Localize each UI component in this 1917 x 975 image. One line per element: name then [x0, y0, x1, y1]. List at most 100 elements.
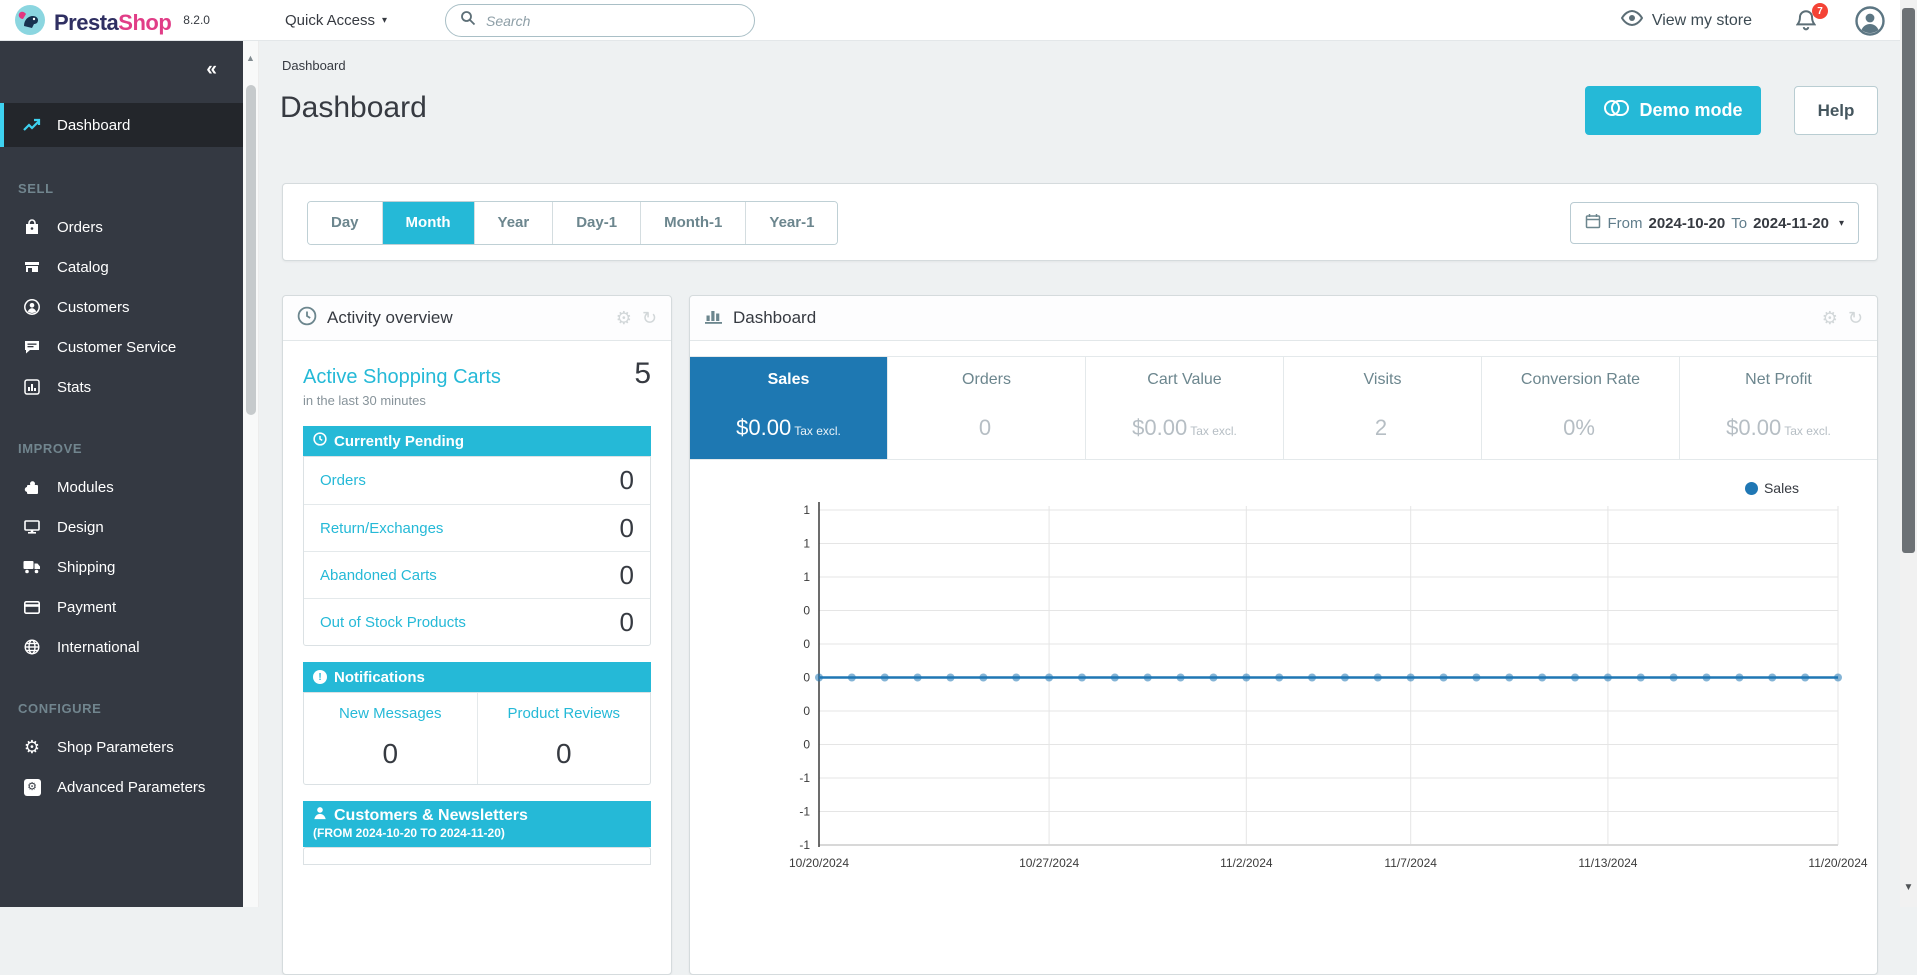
sidebar-item-customer-service[interactable]: Customer Service	[0, 327, 243, 367]
notifications-bell-button[interactable]: 7	[1796, 9, 1822, 35]
sidebar-item-label: Catalog	[57, 259, 109, 276]
kpi-tab-net-profit[interactable]: Net Profit $0.00Tax excl.	[1680, 357, 1877, 459]
bell-icon	[1796, 18, 1816, 35]
from-date: 2024-10-20	[1648, 215, 1725, 232]
tab-month[interactable]: Month	[382, 202, 474, 244]
kpi-suffix: Tax excl.	[794, 424, 841, 438]
date-range-picker[interactable]: From 2024-10-20 To 2024-11-20 ▾	[1570, 202, 1859, 244]
pending-link[interactable]: Return/Exchanges	[320, 520, 443, 537]
activity-body: Active Shopping Carts 5 in the last 30 m…	[283, 341, 671, 881]
scroll-up-arrow-icon[interactable]: ▲	[243, 41, 258, 63]
sidebar-item-dashboard[interactable]: Dashboard	[0, 103, 243, 147]
tab-day-minus-1[interactable]: Day-1	[552, 202, 640, 244]
pending-link[interactable]: Out of Stock Products	[320, 614, 466, 631]
truck-icon	[22, 560, 42, 574]
kpi-tab-row: Sales $0.00Tax excl. Orders 0 Cart Value…	[690, 356, 1877, 460]
sidebar-item-catalog[interactable]: Catalog	[0, 247, 243, 287]
kpi-value: $0.00	[1132, 415, 1187, 440]
user-avatar-button[interactable]	[1855, 6, 1885, 41]
page-title: Dashboard	[280, 91, 427, 125]
sidebar-item-label: Modules	[57, 479, 114, 496]
sidebar-item-orders[interactable]: Orders	[0, 207, 243, 247]
kpi-tab-conversion-rate[interactable]: Conversion Rate 0%	[1482, 357, 1680, 459]
svg-text:0: 0	[803, 671, 810, 685]
gear-icon: ⚙	[22, 738, 42, 756]
to-label: To	[1731, 215, 1747, 232]
chart-legend[interactable]: Sales	[690, 478, 1877, 498]
prestashop-logo[interactable]: PrestaShop 8.2.0	[14, 4, 210, 41]
trending-up-icon	[22, 118, 42, 132]
search-box[interactable]	[445, 4, 755, 37]
sidebar-item-label: Dashboard	[57, 117, 130, 134]
kpi-tab-cart-value[interactable]: Cart Value $0.00Tax excl.	[1086, 357, 1284, 459]
sidebar-item-label: Orders	[57, 219, 103, 236]
tab-year[interactable]: Year	[474, 202, 553, 244]
sidebar-item-advanced-parameters[interactable]: ⚙ Advanced Parameters	[0, 767, 243, 807]
scrollbar-thumb[interactable]	[1902, 8, 1915, 553]
settings-gear-icon[interactable]: ⚙	[1822, 309, 1838, 327]
svg-text:11/2/2024: 11/2/2024	[1220, 856, 1273, 870]
sidebar-item-international[interactable]: International	[0, 627, 243, 667]
refresh-icon[interactable]: ↻	[642, 309, 657, 327]
new-messages-cell[interactable]: New Messages 0	[304, 693, 477, 784]
gear-square-icon: ⚙	[22, 779, 42, 796]
search-icon	[460, 10, 476, 31]
scrollbar-thumb[interactable]	[246, 85, 256, 415]
scroll-down-arrow-icon[interactable]: ▼	[1900, 882, 1917, 893]
sidebar-item-shipping[interactable]: Shipping	[0, 547, 243, 587]
sidebar-item-label: Payment	[57, 599, 116, 616]
exclamation-icon: !	[313, 670, 327, 684]
view-my-store-link[interactable]: View my store	[1621, 0, 1752, 41]
quick-access-dropdown[interactable]: Quick Access ▾	[285, 0, 387, 41]
tab-day[interactable]: Day	[308, 202, 382, 244]
sidebar-item-stats[interactable]: Stats	[0, 367, 243, 407]
refresh-icon[interactable]: ↻	[1848, 309, 1863, 327]
kpi-value: 0%	[1563, 415, 1595, 440]
demo-mode-button[interactable]: Demo mode	[1585, 86, 1761, 135]
kpi-tab-sales[interactable]: Sales $0.00Tax excl.	[690, 357, 888, 459]
sidebar-item-shop-parameters[interactable]: ⚙ Shop Parameters	[0, 727, 243, 767]
settings-gear-icon[interactable]: ⚙	[616, 309, 632, 327]
toggle-icon	[1603, 99, 1629, 122]
svg-text:0: 0	[803, 637, 810, 651]
tab-year-minus-1[interactable]: Year-1	[745, 202, 837, 244]
list-item[interactable]: Return/Exchanges 0	[304, 504, 650, 551]
pending-value: 0	[620, 513, 634, 544]
eye-icon	[1621, 10, 1643, 31]
notifications-title: Notifications	[334, 669, 425, 686]
list-item[interactable]: Abandoned Carts 0	[304, 551, 650, 598]
kpi-tab-visits[interactable]: Visits 2	[1284, 357, 1482, 459]
svg-text:11/7/2024: 11/7/2024	[1384, 856, 1437, 870]
tab-month-minus-1[interactable]: Month-1	[640, 202, 745, 244]
sidebar-item-customers[interactable]: Customers	[0, 287, 243, 327]
svg-text:11/13/2024: 11/13/2024	[1578, 856, 1637, 870]
list-item[interactable]: Orders 0	[304, 457, 650, 504]
collapse-sidebar-icon[interactable]: «	[206, 59, 217, 80]
new-messages-link[interactable]: New Messages	[304, 705, 477, 722]
customers-list-stub	[303, 847, 651, 865]
list-item[interactable]: Out of Stock Products 0	[304, 598, 650, 645]
help-button[interactable]: Help	[1794, 86, 1878, 135]
kpi-value: 0	[979, 415, 991, 440]
search-input[interactable]	[486, 13, 726, 29]
puzzle-icon	[22, 479, 42, 495]
kpi-tab-orders[interactable]: Orders 0	[888, 357, 1086, 459]
active-carts-link[interactable]: Active Shopping Carts	[303, 366, 501, 389]
legend-label: Sales	[1764, 480, 1799, 496]
product-reviews-cell[interactable]: Product Reviews 0	[477, 693, 651, 784]
pending-link[interactable]: Abandoned Carts	[320, 567, 437, 584]
page-scrollbar[interactable]: ▼	[1900, 0, 1917, 907]
pending-link[interactable]: Orders	[320, 472, 366, 489]
sidebar-item-modules[interactable]: Modules	[0, 467, 243, 507]
sidebar-item-design[interactable]: Design	[0, 507, 243, 547]
chart-bars-icon	[704, 307, 723, 330]
avatar-icon	[1855, 23, 1885, 40]
product-reviews-link[interactable]: Product Reviews	[478, 705, 651, 722]
dashboard-panel-header: Dashboard ⚙ ↻	[690, 296, 1877, 341]
to-date: 2024-11-20	[1753, 215, 1829, 232]
clock-small-icon	[313, 432, 327, 450]
currently-pending-header: Currently Pending	[303, 426, 651, 456]
brand-text: PrestaShop	[54, 10, 171, 36]
sidebar-item-payment[interactable]: Payment	[0, 587, 243, 627]
content-left-scrollbar[interactable]: ▲	[243, 41, 259, 907]
